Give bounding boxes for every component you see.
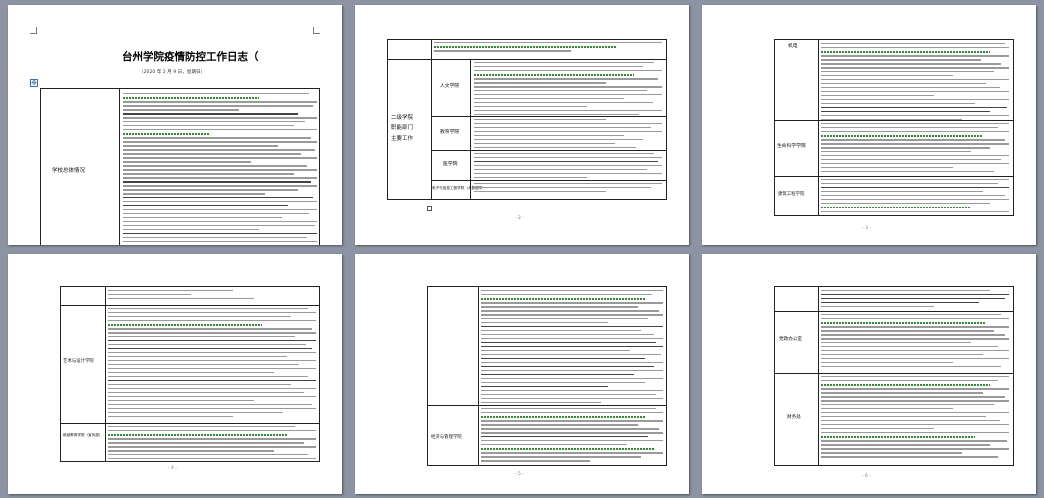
row-label: 经济与管理学院 xyxy=(431,435,462,440)
row-content xyxy=(821,314,1009,370)
row-content xyxy=(821,123,1009,175)
log-table: 艺术与设计学院 继续教育学院（宣传部） xyxy=(60,286,320,462)
row-label: 艺术与设计学院 xyxy=(63,359,94,364)
row-content xyxy=(821,179,1009,215)
move-cross-icon[interactable]: ✥ xyxy=(30,79,38,87)
row-content xyxy=(821,376,1009,460)
row-label: 生命科学学院 xyxy=(777,144,806,149)
document-page-6[interactable]: 党政办公室 财务处 - 6 - xyxy=(702,254,1036,494)
row-content xyxy=(474,119,662,151)
table-resize-icon[interactable] xyxy=(427,206,432,211)
row-label: 财务处 xyxy=(787,415,801,420)
row-content xyxy=(821,43,1009,123)
row-content xyxy=(474,153,662,181)
row-label: 医学院 xyxy=(443,162,458,167)
log-table: 学校总体情况 xyxy=(40,88,320,245)
page-number: - 3 - xyxy=(862,226,871,231)
row-content xyxy=(481,290,663,406)
log-table: 经济与管理学院 xyxy=(427,286,667,466)
row-label: 继续教育学院（宣传部） xyxy=(63,433,103,437)
document-date: （2020 年 2 月 9 日，星期日） xyxy=(139,70,206,75)
page-number: - 4 - xyxy=(168,466,177,471)
row-label: 党政办公室 xyxy=(779,337,802,342)
row-content xyxy=(108,308,316,420)
group-label: 二级学院 职能部门 主要工作 xyxy=(391,115,414,142)
document-title: 台州学院疫情防控工作日志（ xyxy=(122,51,259,63)
row-content xyxy=(474,62,662,118)
row-label: 建筑工程学院 xyxy=(778,192,805,197)
page-number: - 6 - xyxy=(862,474,871,479)
document-page-5[interactable]: 经济与管理学院 - 5 - xyxy=(355,254,689,494)
crop-mark xyxy=(313,27,320,34)
log-table: 机电 生命科学学院 建筑工程学院 xyxy=(774,39,1014,216)
page-number: - 5 - xyxy=(515,472,524,477)
log-table: 党政办公室 财务处 xyxy=(774,286,1014,466)
row-content xyxy=(123,93,317,245)
row-label: 人文学院 xyxy=(440,84,460,89)
row-label: 学校总体情况 xyxy=(52,168,86,174)
document-page-2[interactable]: 二级学院 职能部门 主要工作 人文学院 教育学院 医学院 电子与信息工程学院（大… xyxy=(355,5,689,245)
row-content xyxy=(108,290,316,302)
document-page-1[interactable]: 台州学院疫情防控工作日志（ （2020 年 2 月 9 日，星期日） ✥ 学校总… xyxy=(8,5,342,245)
row-content xyxy=(474,183,662,195)
page-number: - 2 - xyxy=(515,216,524,221)
document-page-4[interactable]: 艺术与设计学院 继续教育学院（宣传部） - 4 - xyxy=(8,254,342,494)
row-label: 教育学院 xyxy=(440,130,460,135)
row-content xyxy=(108,426,316,462)
row-content xyxy=(434,42,662,54)
row-content xyxy=(821,290,1009,310)
crop-mark xyxy=(30,27,37,34)
row-label: 机电 xyxy=(788,44,798,49)
row-content xyxy=(481,408,663,464)
document-page-3[interactable]: 机电 生命科学学院 建筑工程学院 - 3 - xyxy=(702,5,1036,245)
log-table: 二级学院 职能部门 主要工作 人文学院 教育学院 医学院 电子与信息工程学院（大… xyxy=(387,39,667,200)
